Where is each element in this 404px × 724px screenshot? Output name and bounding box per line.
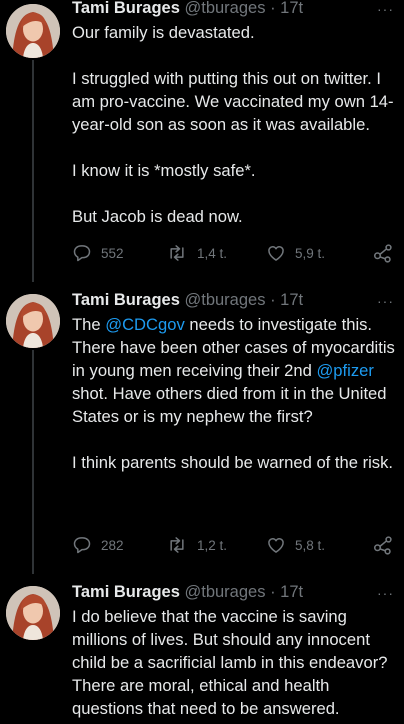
username[interactable]: @tburages bbox=[185, 0, 266, 17]
tweet-actions: 552 1,4 t. 5,9 t. bbox=[72, 242, 398, 264]
retweet-button[interactable]: 1,4 t. bbox=[166, 242, 227, 264]
text-fragment: shot. Have others died from it in the Un… bbox=[72, 384, 387, 426]
timestamp[interactable]: 17t bbox=[280, 291, 303, 309]
reply-icon bbox=[73, 245, 91, 262]
tweet-paragraph: I struggled with putting this out on twi… bbox=[72, 69, 394, 134]
avatar[interactable] bbox=[6, 4, 60, 58]
tweet-paragraph: I think parents should be warned of the … bbox=[72, 453, 393, 472]
tweet-paragraph: But Jacob is dead now. bbox=[72, 207, 243, 226]
retweet-button[interactable]: 1,2 t. bbox=[166, 534, 227, 556]
retweet-count: 1,4 t. bbox=[197, 245, 228, 261]
reply-count: 282 bbox=[101, 537, 124, 553]
display-name[interactable]: Tami Burages bbox=[72, 291, 180, 309]
username[interactable]: @tburages bbox=[185, 583, 266, 601]
display-name[interactable]: Tami Burages bbox=[72, 0, 180, 17]
avatar[interactable] bbox=[6, 294, 60, 348]
tweet-thread: Tami Burages @tburages · 17t ··· Our fam… bbox=[0, 0, 404, 724]
retweet-count: 1,2 t. bbox=[197, 537, 228, 553]
share-button[interactable] bbox=[372, 534, 394, 556]
avatar[interactable] bbox=[6, 586, 60, 640]
tweet[interactable]: Tami Burages @tburages · 17t ··· Our fam… bbox=[0, 0, 404, 280]
retweet-icon bbox=[170, 245, 184, 261]
mention-link[interactable]: @pfizer bbox=[316, 361, 373, 380]
like-button[interactable]: 5,9 t. bbox=[266, 242, 325, 264]
tweet-actions: 282 1,2 t. 5,8 t. bbox=[72, 534, 398, 556]
text-fragment: The bbox=[72, 315, 106, 334]
profile-photo bbox=[6, 586, 60, 640]
share-button[interactable] bbox=[372, 242, 394, 264]
tweet-paragraph: I know it is *mostly safe*. bbox=[72, 161, 256, 180]
profile-photo bbox=[6, 294, 60, 348]
tweet-text: I do believe that the vaccine is saving … bbox=[72, 605, 398, 720]
tweet-header: Tami Burages @tburages · 17t bbox=[72, 0, 394, 19]
tweet-paragraph: The @CDCgov needs to investigate this. T… bbox=[72, 313, 398, 428]
display-name[interactable]: Tami Burages bbox=[72, 583, 180, 601]
timestamp[interactable]: 17t bbox=[280, 583, 303, 601]
tweet-header: Tami Burages @tburages · 17t bbox=[72, 581, 394, 603]
timestamp[interactable]: 17t bbox=[280, 0, 303, 17]
separator-dot: · bbox=[270, 0, 276, 17]
reply-button[interactable]: 552 bbox=[72, 242, 124, 264]
tweet[interactable]: Tami Burages @tburages · 17t ··· I do be… bbox=[0, 582, 404, 724]
separator-dot: · bbox=[270, 583, 276, 601]
tweet-paragraph: I do believe that the vaccine is saving … bbox=[72, 607, 388, 718]
separator-dot: · bbox=[270, 291, 276, 309]
tweet-text: Our family is devastated. I struggled wi… bbox=[72, 21, 398, 228]
like-count: 5,8 t. bbox=[295, 537, 326, 553]
tweet-paragraph: Our family is devastated. bbox=[72, 23, 255, 42]
tweet[interactable]: Tami Burages @tburages · 17t ··· The @CD… bbox=[0, 290, 404, 570]
more-options-icon[interactable]: ··· bbox=[377, 292, 394, 310]
tweet-text: The @CDCgov needs to investigate this. T… bbox=[72, 313, 398, 474]
reply-count: 552 bbox=[101, 245, 124, 261]
share-icon bbox=[373, 536, 392, 555]
heart-icon bbox=[268, 538, 284, 553]
more-options-icon[interactable]: ··· bbox=[377, 584, 394, 602]
like-button[interactable]: 5,8 t. bbox=[266, 534, 325, 556]
share-icon bbox=[373, 244, 392, 263]
username[interactable]: @tburages bbox=[185, 291, 266, 309]
mention-link[interactable]: @CDCgov bbox=[105, 315, 185, 334]
heart-icon bbox=[268, 246, 284, 261]
reply-button[interactable]: 282 bbox=[72, 534, 124, 556]
tweet-header: Tami Burages @tburages · 17t bbox=[72, 289, 394, 311]
profile-photo bbox=[6, 4, 60, 58]
more-options-icon[interactable]: ··· bbox=[377, 0, 394, 18]
reply-icon bbox=[73, 537, 91, 554]
like-count: 5,9 t. bbox=[295, 245, 326, 261]
retweet-icon bbox=[170, 537, 184, 553]
